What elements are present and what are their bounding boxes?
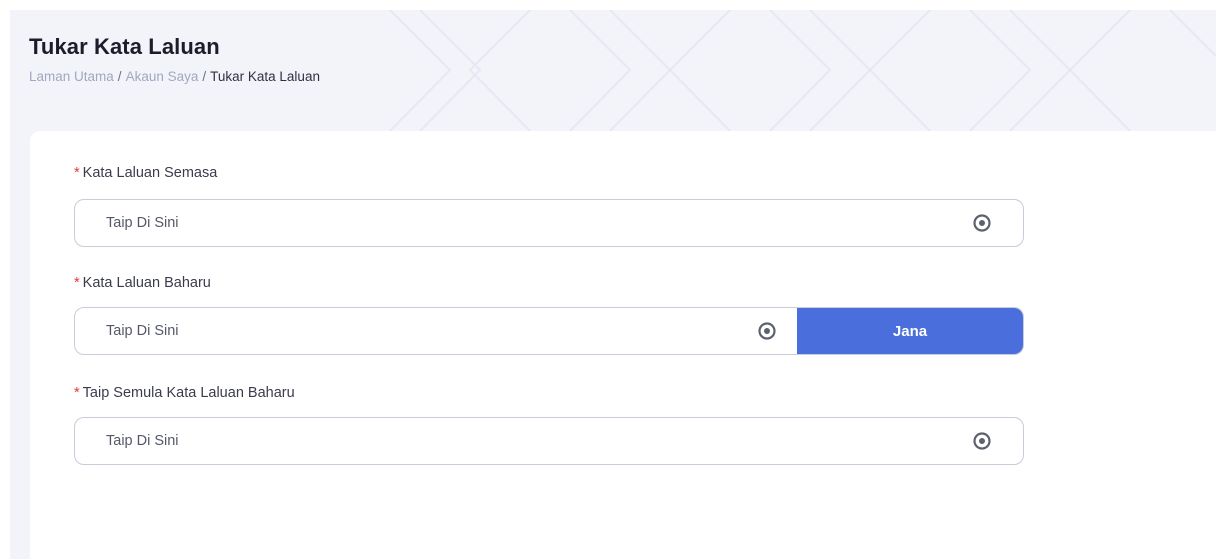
required-marker: * [74,165,80,181]
confirm-password-label: * Taip Semula Kata Laluan Baharu [74,385,295,401]
new-password-field: Jana [74,307,1024,355]
new-password-input[interactable] [75,308,756,354]
required-marker: * [74,385,80,401]
page-header: Tukar Kata Laluan Laman Utama / Akaun Sa… [29,34,320,84]
eye-icon[interactable] [971,212,993,234]
page-title: Tukar Kata Laluan [29,34,220,59]
eye-icon[interactable] [971,430,993,452]
breadcrumb-home[interactable]: Laman Utama [29,69,114,84]
breadcrumb-separator: / [202,69,207,84]
breadcrumb-account[interactable]: Akaun Saya [126,69,199,84]
breadcrumb-separator: / [117,69,122,84]
generate-password-button[interactable]: Jana [797,308,1023,354]
breadcrumb: Laman Utama / Akaun Saya / Tukar Kata La… [29,69,320,84]
required-marker: * [74,275,80,291]
password-form-card: * Kata Laluan Semasa * Kata Laluan Baharu … [30,131,1216,559]
confirm-password-input[interactable] [75,418,971,464]
new-password-label: * Kata Laluan Baharu [74,275,211,291]
current-password-field [74,199,1024,247]
current-password-input[interactable] [75,200,971,246]
eye-icon[interactable] [756,320,778,342]
confirm-password-field [74,417,1024,465]
current-password-label: * Kata Laluan Semasa [74,165,218,181]
breadcrumb-current: Tukar Kata Laluan [210,69,320,84]
